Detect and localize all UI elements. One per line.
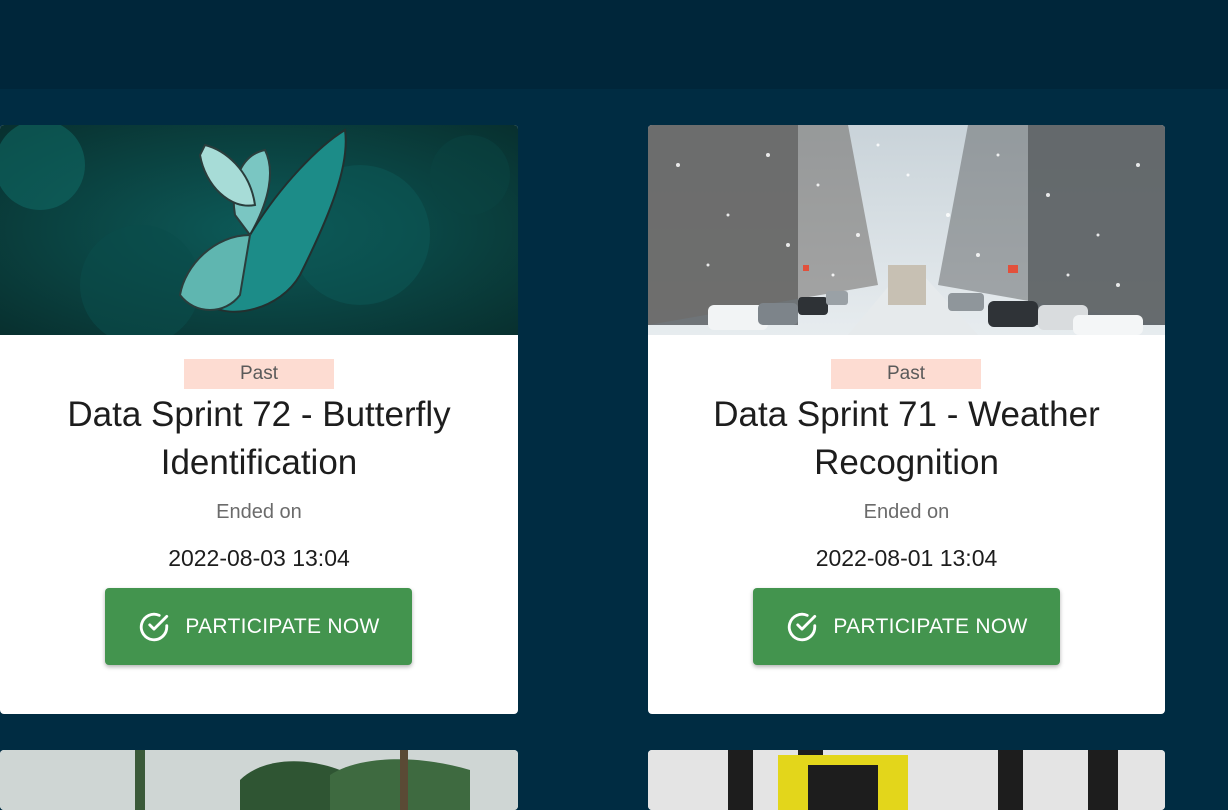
- participate-button[interactable]: PARTICIPATE NOW: [753, 588, 1060, 665]
- palm-trees-image[interactable]: [0, 750, 518, 810]
- end-date: 2022-08-03 13:04: [168, 545, 350, 571]
- competition-card[interactable]: [0, 750, 518, 810]
- competition-card[interactable]: Past Data Sprint 72 - Butterfly Identifi…: [0, 125, 518, 714]
- ended-label: Ended on: [863, 501, 950, 523]
- card-title[interactable]: Data Sprint 71 - Weather Recognition: [668, 391, 1145, 487]
- ended-label: Ended on: [216, 501, 302, 523]
- check-circle-icon: [788, 612, 817, 641]
- competition-card[interactable]: Past Data Sprint 71 - Weather Recognitio…: [648, 125, 1165, 714]
- butterfly-image[interactable]: [0, 125, 518, 335]
- status-badge: Past: [831, 359, 981, 389]
- participate-button-label: PARTICIPATE NOW: [833, 614, 1028, 638]
- check-circle-icon: [140, 612, 169, 641]
- participate-button-label: PARTICIPATE NOW: [185, 614, 380, 638]
- snowy-street-image[interactable]: [648, 125, 1165, 335]
- top-navbar: [0, 0, 1228, 89]
- end-date: 2022-08-01 13:04: [815, 545, 998, 571]
- yellow-object-image[interactable]: [648, 750, 1165, 810]
- status-badge: Past: [184, 359, 334, 389]
- card-title[interactable]: Data Sprint 72 - Butterfly Identificatio…: [20, 391, 498, 487]
- competition-card[interactable]: [648, 750, 1165, 810]
- participate-button[interactable]: PARTICIPATE NOW: [105, 588, 412, 665]
